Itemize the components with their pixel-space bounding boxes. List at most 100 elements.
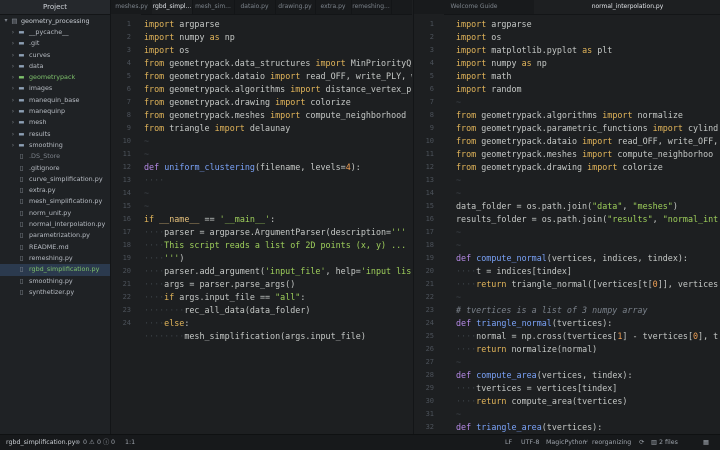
code-line: from geometrypack.meshes import compute_… [456,148,713,161]
refresh-icon[interactable]: ⟳ [639,435,644,450]
code-token: ~ [456,227,462,237]
code-token: import [456,19,487,29]
tree-item-label: synthetizer.py [29,287,75,296]
info-icon[interactable]: ⓘ [103,435,109,450]
code-token: import [270,110,301,120]
status-info[interactable]: 0 [111,435,115,450]
code-token: (filename, levels= [254,162,346,172]
right-code-area[interactable]: import argparse import os import matplotli… [456,14,720,434]
code-token: def [456,370,472,380]
code-token: , help= [325,266,361,276]
status-files-count[interactable]: 2 files [659,435,678,450]
file-changes-icon[interactable]: ▥ [651,435,657,450]
code-token: ···· [456,396,477,406]
code-token: ···· [144,292,165,302]
code-line: import math [456,70,511,83]
tree-folder[interactable]: › ▬ curves [0,50,110,61]
code-token: from [144,84,165,94]
tree-file[interactable]: ▯ mesh_simplification.py [0,196,110,207]
code-token: ~ [456,409,462,419]
tree-folder[interactable]: › ▬ results [0,129,110,140]
editor-tab[interactable]: remeshing... [351,0,392,14]
tree-file[interactable]: ▯ parametrization.py [0,230,110,241]
status-file-name[interactable]: rgbd_simplification.py [6,435,75,450]
tree-file[interactable]: ▯ norm_unit.py [0,208,110,219]
tree-folder[interactable]: › ▬ manequinp [0,106,110,117]
tree-item-label: smoothing [29,140,63,149]
tree-root-folder[interactable]: ▾ ▤ geometry_processing [0,15,110,27]
code-token: ~ [456,240,462,250]
code-token: np [219,32,235,42]
tree-folder[interactable]: › ▬ data [0,61,110,72]
code-token: from [144,71,165,81]
left-editor-pane: meshes.py rgbd_simpl... mesh_sim... dataio.… [111,0,412,434]
tree-file[interactable]: ▯ .gitignore [0,163,110,174]
editor-tab[interactable]: normal_interpolation.py [534,0,720,14]
code-line: ~ [144,187,149,200]
status-errors[interactable]: 0 [83,435,87,450]
tree-folder[interactable]: › ▬ __pycache__ [0,27,110,38]
file-icon: ▯ [19,242,24,251]
code-line: from geometrypack.algorithms import dist… [144,83,411,96]
code-token: def [144,162,160,172]
chevron-right-icon: › [11,108,15,116]
tree-file[interactable]: ▯ README.md [0,242,110,253]
editor-tab[interactable]: mesh_sim... [192,0,235,14]
code-token: as [521,58,532,68]
code-token: os [486,32,502,42]
error-icon[interactable]: ⊗ [75,435,80,450]
code-token: argparse [174,19,220,29]
line-ending-selector[interactable]: LF [505,435,512,450]
grammar-selector[interactable]: MagicPython [546,435,586,450]
tree-file[interactable]: ▯ rgbd_simplification.py [0,264,110,276]
left-code-area[interactable]: import argparse import numpy as np import … [144,14,412,434]
tree-file[interactable]: ▯ .DS_Store [0,151,110,162]
code-line: from geometrypack.algorithms import norm… [456,109,683,122]
code-line: ~ [456,291,461,304]
editor-tab[interactable]: rgbd_simpl... [152,0,193,14]
status-warnings[interactable]: 0 [97,435,101,450]
line-number: 12 [425,163,434,171]
tree-folder[interactable]: › ▬ mesh [0,117,110,128]
tree-file[interactable]: ▯ extra.py [0,185,110,196]
code-token: import [214,123,245,133]
tree-file[interactable]: ▯ normal_interpolation.py [0,219,110,230]
tree-folder[interactable]: › ▬ images [0,83,110,94]
tree-file[interactable]: ▯ smoothing.py [0,276,110,287]
line-number: 23 [425,306,434,314]
git-diff-icon[interactable]: ▦ [703,435,709,450]
encoding-selector[interactable]: UTF-8 [521,435,539,450]
tree-file[interactable]: ▯ remeshing.py [0,253,110,264]
line-number: 19 [425,254,434,262]
line-number: 29 [425,384,434,392]
warning-icon[interactable]: ⚠ [89,435,95,450]
tree-item-label: smoothing.py [29,276,73,285]
git-branch-name[interactable]: reorganizing [592,435,631,450]
code-line: ····This script reads a list of 2D point… [144,239,406,252]
code-token: compute_normal [476,253,547,263]
tree-folder[interactable]: › ▬ smoothing [0,140,110,151]
file-icon: ▯ [19,163,24,172]
code-line: ····return triangle_normal([vertices[t[0… [456,278,718,291]
code-token: ········ [144,331,185,341]
folder-icon: ▬ [18,39,25,48]
tree-file[interactable]: ▯ curve_simplification.py [0,174,110,185]
tree-folder[interactable]: › ▬ .git [0,38,110,49]
code-token: ''' [391,227,407,237]
editor-tab[interactable]: drawing.py [275,0,316,14]
editor-tab[interactable]: Welcome Guide [414,0,535,14]
code-token: ], t [698,331,719,341]
editor-tab[interactable]: extra.py [315,0,352,14]
editor-tab[interactable]: meshes.py [111,0,153,14]
tree-folder[interactable]: › ▬ manequin_base [0,95,110,106]
code-token: import [587,162,618,172]
git-branch-icon[interactable]: ⑂ [584,435,588,450]
tree-folder[interactable]: › ▬ geometrypack [0,72,110,83]
editor-tab[interactable]: dataio.py [234,0,276,14]
line-number: 2 [429,33,434,41]
status-cursor-position[interactable]: 1:1 [125,435,135,450]
code-token: "meshes" [632,201,673,211]
tree-file[interactable]: ▯ synthetizer.py [0,287,110,298]
code-token: "data" [592,201,623,211]
code-token: ···· [144,227,165,237]
